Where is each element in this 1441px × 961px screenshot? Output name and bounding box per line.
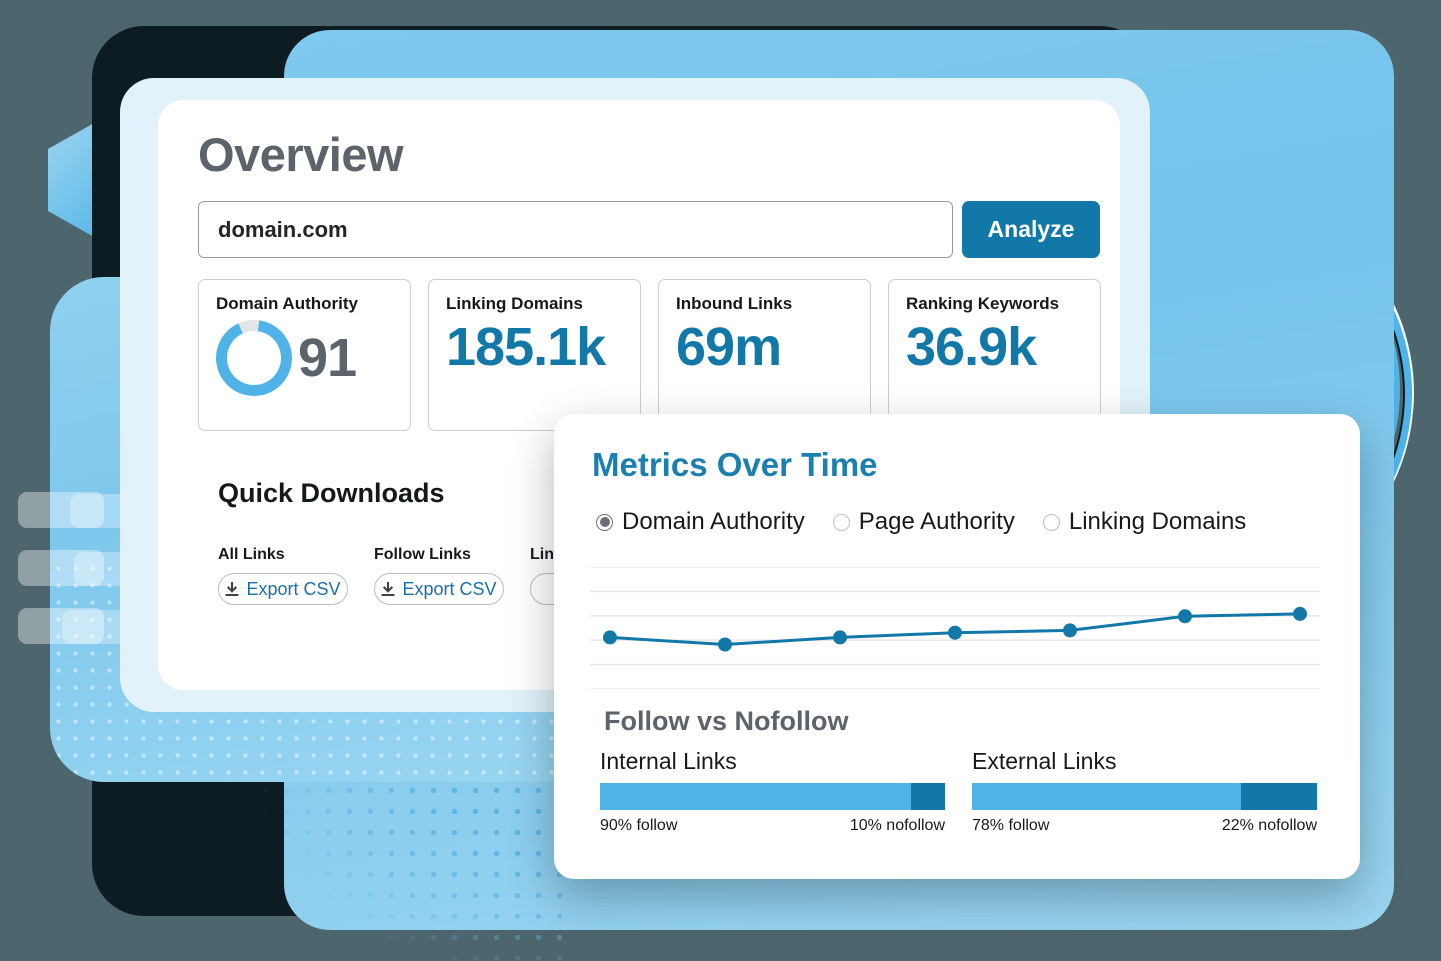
export-csv-label: Export CSV <box>402 578 497 599</box>
metric-selector-radio-group: Domain Authority Page Authority Linking … <box>596 508 1246 536</box>
metric-card-ranking-keywords[interactable]: Ranking Keywords 36.9k <box>888 279 1101 431</box>
metric-label: Linking Domains <box>446 294 583 313</box>
follow-vs-nofollow-row: Internal Links 90% follow 10% nofollow E… <box>600 748 1317 835</box>
halftone-dot-decoration <box>150 780 570 960</box>
group-label: External Links <box>972 748 1117 774</box>
follow-group-internal-links: Internal Links 90% follow 10% nofollow <box>600 748 945 835</box>
chart-data-point[interactable] <box>718 637 732 652</box>
radio-button-icon <box>596 513 613 531</box>
chart-data-point[interactable] <box>603 630 617 645</box>
illustration-stage: Overview domain.com Analyze Domain Autho… <box>0 0 1441 961</box>
export-csv-label: Export CSV <box>246 578 341 599</box>
nofollow-percent-label: 10% nofollow <box>849 817 945 834</box>
page-title: Overview <box>198 128 404 181</box>
bar-segment-follow <box>972 783 1242 810</box>
radio-label: Page Authority <box>858 508 1015 535</box>
metric-label: Inbound Links <box>676 294 793 313</box>
chart-data-point[interactable] <box>1178 609 1192 624</box>
domain-authority-donut-icon <box>216 320 292 396</box>
export-csv-button-all-links[interactable]: Export CSV <box>218 573 348 605</box>
follow-group-external-links: External Links 78% follow 22% nofollow <box>972 748 1317 835</box>
metric-card-inbound-links[interactable]: Inbound Links 69m <box>658 279 871 431</box>
stacked-bar-internal <box>600 783 945 810</box>
bar-segment-follow <box>600 783 911 810</box>
radio-button-icon <box>1042 513 1060 531</box>
radio-option-linking-domains[interactable]: Linking Domains <box>1042 508 1247 536</box>
domain-search-input[interactable]: domain.com <box>198 201 953 258</box>
follow-percent-label: 90% follow <box>600 817 678 834</box>
column-label: All Links <box>218 546 285 563</box>
radio-label: Linking Domains <box>1068 508 1247 535</box>
stacked-bar-external <box>972 783 1317 810</box>
bar-segment-nofollow <box>1241 783 1317 810</box>
metric-label: Domain Authority <box>216 294 358 313</box>
export-csv-button-follow-links[interactable]: Export CSV <box>374 573 504 605</box>
chart-data-point[interactable] <box>1063 623 1077 638</box>
bar-legend: 78% follow 22% nofollow <box>972 817 1317 835</box>
metric-card-linking-domains[interactable]: Linking Domains 185.1k <box>428 279 641 431</box>
domain-authority-body: 91 <box>216 320 410 396</box>
column-label: Follow Links <box>374 546 471 563</box>
metric-value: 91 <box>298 328 357 388</box>
nofollow-percent-label: 22% nofollow <box>1221 817 1317 834</box>
chart-data-point[interactable] <box>833 630 847 645</box>
metrics-over-time-title: Metrics Over Time <box>592 446 878 483</box>
chart-data-point[interactable] <box>1293 606 1307 621</box>
download-icon <box>381 581 395 597</box>
metrics-line-chart[interactable] <box>590 567 1320 689</box>
metric-value: 69m <box>676 317 782 377</box>
quick-downloads-title: Quick Downloads <box>218 478 445 508</box>
follow-vs-nofollow-title: Follow vs Nofollow <box>604 706 849 736</box>
quick-download-column-follow-links: Follow Links Export CSV <box>374 546 504 605</box>
bar-segment-nofollow <box>910 783 945 810</box>
metric-value: 185.1k <box>446 317 606 377</box>
metric-label: Ranking Keywords <box>906 294 1060 313</box>
radio-option-domain-authority[interactable]: Domain Authority <box>596 508 805 536</box>
bar-legend: 90% follow 10% nofollow <box>600 817 945 835</box>
radio-button-icon <box>832 513 850 531</box>
metric-card-row: Domain Authority 91 Linking Domains 185.… <box>198 279 1101 431</box>
follow-percent-label: 78% follow <box>972 817 1050 834</box>
metric-card-domain-authority[interactable]: Domain Authority 91 <box>198 279 411 431</box>
metric-value: 36.9k <box>906 317 1037 377</box>
radio-label: Domain Authority <box>622 508 805 535</box>
group-label: Internal Links <box>600 748 737 774</box>
radio-option-page-authority[interactable]: Page Authority <box>832 508 1015 536</box>
analyze-button[interactable]: Analyze <box>962 201 1100 258</box>
download-icon <box>225 581 239 597</box>
quick-download-column-all-links: All Links Export CSV <box>218 546 348 605</box>
chart-data-point[interactable] <box>948 625 962 640</box>
